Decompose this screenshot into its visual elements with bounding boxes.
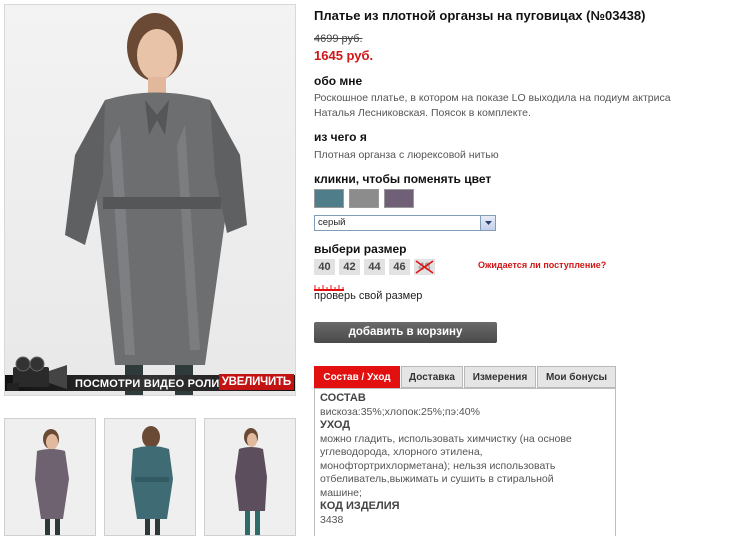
- tab-bonuses[interactable]: Мои бонусы: [537, 366, 616, 388]
- thumbnail-back[interactable]: [104, 418, 196, 536]
- composition-heading: СОСТАВ: [320, 392, 366, 404]
- about-text-line2: Наталья Лесниковская. Поясок в комплекте…: [314, 107, 531, 119]
- care-text-line1: можно гладить, использовать химчистку (н…: [320, 432, 572, 445]
- thumbnail-back-image: [131, 426, 173, 535]
- care-text-line4: отбеливатель,выжимать и сушить в стираль…: [320, 473, 554, 485]
- main-product-photo[interactable]: посмотри видео ролик увеличить: [4, 4, 296, 396]
- size-option-48[interactable]: 48: [414, 259, 435, 275]
- tab-composition[interactable]: Состав / Уход: [314, 366, 400, 388]
- availability-request-link[interactable]: Ожидается ли поступление?: [478, 260, 606, 270]
- about-text-line1: Роскошное платье, в котором на показе LO…: [314, 92, 671, 104]
- size-heading: выбери размер: [314, 242, 407, 256]
- unavailable-cross-icon: [415, 260, 434, 274]
- composition-text: вискоза:35%;хлопок:25%;пэ:40%: [320, 405, 480, 418]
- care-text-line2: углеводорода, хлорного этилена,: [320, 446, 483, 458]
- new-price: 1645 руб.: [314, 48, 374, 63]
- check-size-link[interactable]: проверь свой размер: [314, 290, 422, 302]
- model-photo: [65, 13, 247, 395]
- color-swatch-gray[interactable]: [349, 189, 379, 208]
- material-heading: из чего я: [314, 130, 367, 144]
- about-heading: обо мне: [314, 74, 363, 88]
- video-camera-icon[interactable]: [7, 353, 77, 393]
- color-select[interactable]: серый: [314, 215, 496, 231]
- color-swatch-teal[interactable]: [314, 189, 344, 208]
- product-title: Платье из плотной органзы на пуговицах (…: [314, 8, 646, 23]
- color-swatch-purple[interactable]: [384, 189, 414, 208]
- zoom-button[interactable]: увеличить: [218, 374, 294, 390]
- product-code-heading: КОД ИЗДЕЛИЯ: [320, 500, 400, 512]
- care-text-line3: монофтортрихлорметана); нельзя использов…: [320, 459, 556, 472]
- tab-panel-composition: СОСТАВ вискоза:35%;хлопок:25%;пэ:40% УХО…: [314, 388, 616, 536]
- product-code: 3438: [320, 513, 344, 526]
- size-option-40[interactable]: 40: [314, 259, 335, 275]
- add-to-cart-button[interactable]: добавить в корзину: [314, 322, 497, 343]
- care-text-line5: машине;: [320, 486, 362, 499]
- thumbnail-side[interactable]: [204, 418, 296, 536]
- thumbnail-front[interactable]: [4, 418, 96, 536]
- tab-measurements[interactable]: Измерения: [464, 366, 536, 388]
- tab-delivery[interactable]: Доставка: [401, 366, 463, 388]
- material-text: Плотная органза с люрексовой нитью: [314, 149, 499, 161]
- size-option-42[interactable]: 42: [339, 259, 360, 275]
- size-option-46[interactable]: 46: [389, 259, 410, 275]
- info-tabs: Состав / Уход Доставка Измерения Мои бон…: [314, 366, 616, 388]
- care-heading: УХОД: [320, 419, 351, 431]
- thumbnail-front-image: [35, 429, 69, 535]
- color-heading: кликни, чтобы поменять цвет: [314, 172, 492, 186]
- chevron-down-icon[interactable]: [480, 216, 495, 230]
- watch-video-link[interactable]: посмотри видео ролик: [75, 378, 226, 390]
- old-price: 4699 руб.: [314, 33, 363, 45]
- thumbnail-side-image: [235, 428, 267, 535]
- size-option-44[interactable]: 44: [364, 259, 385, 275]
- color-select-value: серый: [318, 217, 346, 228]
